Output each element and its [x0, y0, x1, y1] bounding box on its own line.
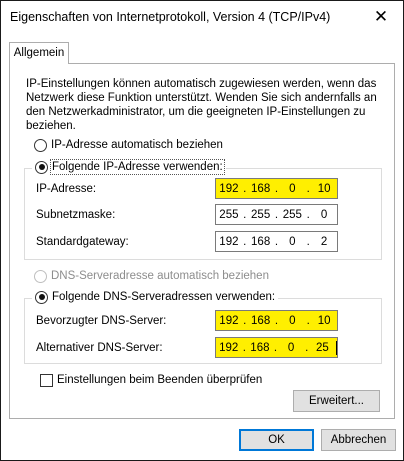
tab-allgemein[interactable]: Allgemein [9, 42, 69, 64]
preferred-dns-label: Bevorzugter DNS-Server: [36, 315, 167, 327]
gateway-label: Standardgateway: [36, 236, 129, 248]
octet: 168 [251, 314, 271, 327]
dns-auto-option: DNS-Serveradresse automatisch beziehen [34, 268, 269, 284]
dns-auto-radio [34, 269, 47, 283]
ip-address-label: IP-Adresse: [36, 183, 97, 195]
dns-manual-label: Folgende DNS-Serveradressen verwenden: [52, 291, 276, 303]
tab-panel: IP-Einstellungen können automatisch zuge… [9, 63, 395, 419]
ip-auto-label: IP-Adresse automatisch beziehen [51, 139, 223, 151]
octet: 0 [289, 314, 296, 327]
dialog-window: Eigenschaften von Internetprotokoll, Ver… [0, 0, 404, 461]
octet: 168 [251, 182, 271, 195]
description-text: IP-Einstellungen können automatisch zuge… [26, 78, 377, 132]
subnet-mask-input[interactable]: 255. 255. 255. 0 [215, 204, 338, 225]
text-caret [336, 340, 337, 355]
window-title: Eigenschaften von Internetprotokoll, Ver… [10, 10, 331, 24]
ip-manual-label: Folgende IP-Adresse verwenden: [50, 159, 225, 175]
title-bar: Eigenschaften von Internetprotokoll, Ver… [1, 1, 403, 33]
dns-manual-option[interactable]: Folgende DNS-Serveradressen verwenden: [32, 289, 279, 305]
octet: 255 [282, 208, 302, 221]
octet: 0 [320, 208, 328, 221]
preferred-dns-input[interactable]: 192. 168. 0. 10 [215, 310, 338, 331]
ip-auto-radio[interactable] [34, 138, 47, 152]
octet: 192 [219, 314, 239, 327]
ip-manual-radio[interactable] [35, 160, 48, 174]
octet: 192 [219, 182, 239, 195]
octet: 255 [251, 208, 271, 221]
validate-checkbox[interactable] [40, 373, 53, 387]
octet: 168 [251, 235, 271, 248]
gateway-input[interactable]: 192. 168. 0. 2 [215, 231, 338, 252]
octet: 0 [289, 182, 296, 195]
cancel-button[interactable]: Abbrechen [321, 429, 396, 451]
octet: 25 [315, 341, 329, 354]
octet: 255 [219, 208, 239, 221]
subnet-mask-label: Subnetzmaske: [36, 209, 116, 221]
octet: 168 [250, 341, 270, 354]
octet: 192 [219, 235, 239, 248]
dns-auto-label: DNS-Serveradresse automatisch beziehen [51, 270, 269, 282]
validate-option[interactable]: Einstellungen beim Beenden überprüfen [40, 372, 262, 388]
octet: 192 [219, 341, 239, 354]
octet: 0 [287, 341, 295, 354]
octet: 10 [317, 182, 331, 195]
alternate-dns-input[interactable]: 192. 168. 0. 25 [215, 337, 338, 358]
close-icon[interactable]: ✕ [369, 6, 393, 28]
ok-button[interactable]: OK [239, 429, 314, 451]
ip-auto-option[interactable]: IP-Adresse automatisch beziehen [34, 137, 223, 153]
alternate-dns-label: Alternativer DNS-Server: [36, 342, 163, 354]
advanced-button[interactable]: Erweitert... [293, 390, 380, 412]
octet: 0 [289, 235, 296, 248]
ip-address-input[interactable]: 192. 168. 0. 10 [215, 178, 338, 199]
ip-manual-option[interactable]: Folgende IP-Adresse verwenden: [32, 159, 226, 175]
octet: 2 [320, 235, 328, 248]
validate-label: Einstellungen beim Beenden überprüfen [57, 374, 263, 386]
octet: 10 [317, 314, 331, 327]
dns-manual-radio[interactable] [35, 290, 48, 304]
